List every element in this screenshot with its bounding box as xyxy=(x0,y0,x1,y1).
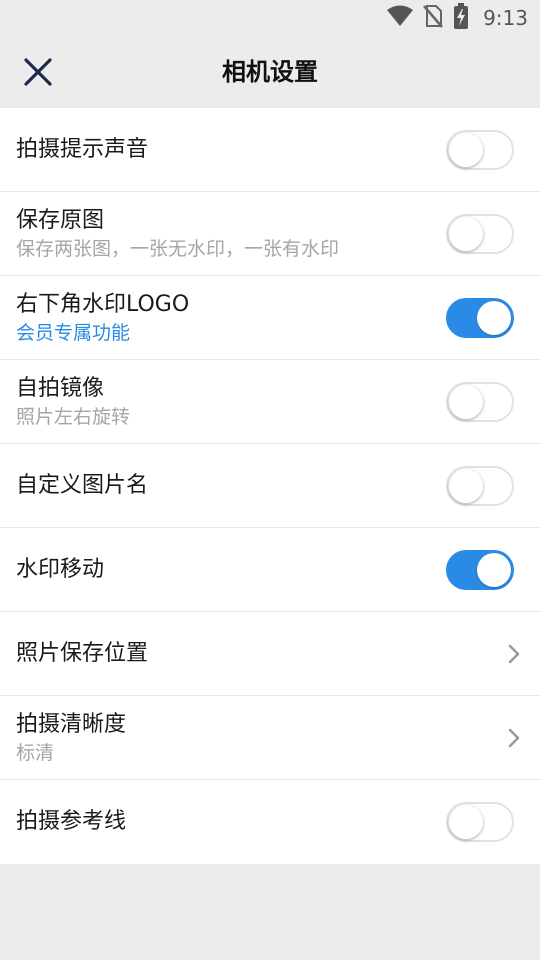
setting-subtitle: 保存两张图，一张无水印，一张有水印 xyxy=(16,237,340,260)
setting-custom-image-name: 自定义图片名 xyxy=(0,444,540,528)
setting-label: 自定义图片名 xyxy=(16,472,149,498)
selfie-mirror-toggle[interactable] xyxy=(446,382,514,422)
setting-save-original: 保存原图 保存两张图，一张无水印，一张有水印 xyxy=(0,192,540,276)
close-icon xyxy=(24,58,52,86)
chevron-right-icon[interactable] xyxy=(502,726,526,750)
watermark-logo-toggle[interactable] xyxy=(446,298,514,338)
status-icons: 9:13 xyxy=(387,0,528,36)
setting-shutter-sound: 拍摄提示声音 xyxy=(0,108,540,192)
vip-feature-label: 会员专属功能 xyxy=(16,321,131,344)
chevron-right-icon[interactable] xyxy=(502,642,526,666)
row-text: 保存原图 保存两张图，一张无水印，一张有水印 xyxy=(16,192,430,275)
shutter-sound-toggle[interactable] xyxy=(446,130,514,170)
setting-watermark-logo: 右下角水印LOGO 会员专属功能 xyxy=(0,276,540,360)
row-text: 自定义图片名 xyxy=(16,444,430,527)
toggle-knob xyxy=(449,805,483,839)
watermark-move-toggle[interactable] xyxy=(446,550,514,590)
toggle-knob xyxy=(449,217,483,251)
setting-photo-save-location[interactable]: 照片保存位置 xyxy=(0,612,540,696)
toggle-knob xyxy=(477,553,511,587)
setting-selfie-mirror: 自拍镜像 照片左右旋转 xyxy=(0,360,540,444)
setting-subtitle: 照片左右旋转 xyxy=(16,405,131,428)
setting-watermark-move: 水印移动 xyxy=(0,528,540,612)
row-text: 拍摄清晰度 标清 xyxy=(16,696,430,779)
save-original-toggle[interactable] xyxy=(446,214,514,254)
setting-label: 拍摄清晰度 xyxy=(16,711,127,737)
status-time: 9:13 xyxy=(483,6,528,30)
battery-charging-icon xyxy=(453,3,469,33)
toggle-knob xyxy=(449,385,483,419)
setting-grid-lines: 拍摄参考线 xyxy=(0,780,540,864)
toggle-knob xyxy=(449,469,483,503)
row-text: 自拍镜像 照片左右旋转 xyxy=(16,360,430,443)
header: 相机设置 xyxy=(0,36,540,108)
row-text: 拍摄提示声音 xyxy=(16,108,430,191)
setting-capture-resolution[interactable]: 拍摄清晰度 标清 xyxy=(0,696,540,780)
row-text: 拍摄参考线 xyxy=(16,780,430,864)
row-text: 右下角水印LOGO 会员专属功能 xyxy=(16,276,430,359)
setting-label: 保存原图 xyxy=(16,207,105,233)
row-text: 水印移动 xyxy=(16,528,430,611)
setting-label: 照片保存位置 xyxy=(16,640,149,666)
settings-list: 拍摄提示声音 保存原图 保存两张图，一张无水印，一张有水印 右下角水印LOGO … xyxy=(0,108,540,864)
setting-label: 拍摄参考线 xyxy=(16,809,127,834)
no-sim-icon xyxy=(423,4,444,32)
setting-label: 拍摄提示声音 xyxy=(16,136,149,162)
row-text: 照片保存位置 xyxy=(16,612,430,695)
setting-label: 右下角水印LOGO xyxy=(16,291,190,317)
status-bar: 9:13 xyxy=(0,0,540,36)
close-button[interactable] xyxy=(18,52,58,92)
custom-image-name-toggle[interactable] xyxy=(446,466,514,506)
setting-label: 水印移动 xyxy=(16,556,105,582)
setting-label: 自拍镜像 xyxy=(16,375,105,401)
setting-current-value: 标清 xyxy=(16,741,55,764)
toggle-knob xyxy=(449,133,483,167)
page-title: 相机设置 xyxy=(222,58,318,86)
toggle-knob xyxy=(477,301,511,335)
grid-lines-toggle[interactable] xyxy=(446,802,514,842)
wifi-icon xyxy=(387,5,414,31)
